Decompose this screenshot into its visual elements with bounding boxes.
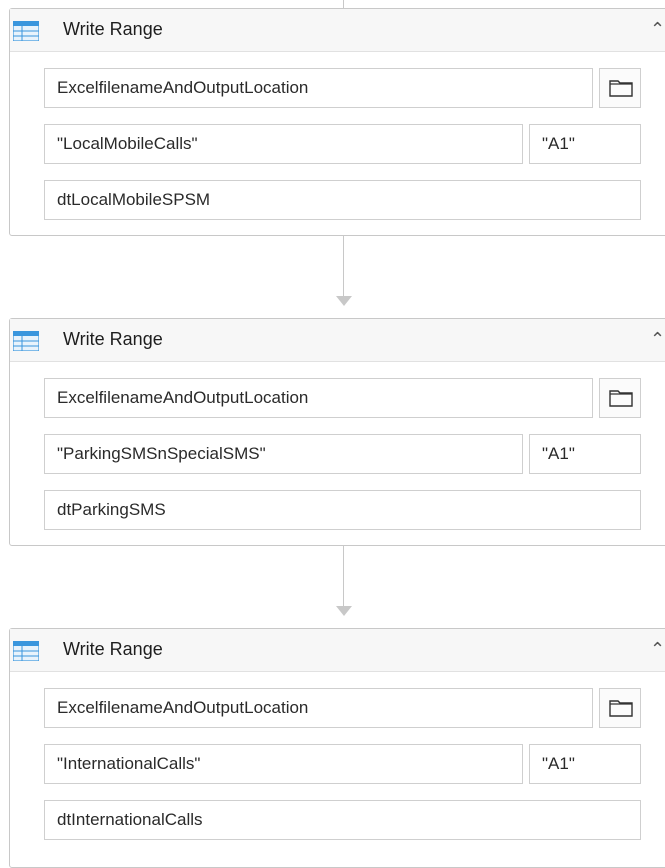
sheet-name-field[interactable]: "ParkingSMSnSpecialSMS" (44, 434, 523, 474)
activity-header[interactable]: Write Range ⌃ (10, 9, 665, 52)
excel-table-icon (13, 331, 39, 351)
range-field[interactable]: "A1" (529, 744, 641, 784)
flow-connector-2 (343, 546, 344, 608)
folder-icon (609, 390, 633, 407)
flow-connector-top (343, 0, 344, 8)
folder-icon (609, 80, 633, 97)
excel-table-icon (13, 21, 39, 41)
sheet-name-field[interactable]: "LocalMobileCalls" (44, 124, 523, 164)
data-table-field[interactable]: dtParkingSMS (44, 490, 641, 530)
workbook-path-field[interactable]: ExcelfilenameAndOutputLocation (44, 68, 593, 108)
range-field[interactable]: "A1" (529, 434, 641, 474)
sheet-name-field[interactable]: "InternationalCalls" (44, 744, 523, 784)
write-range-activity-3[interactable]: Write Range ⌃ ExcelfilenameAndOutputLoca… (9, 628, 665, 868)
workbook-path-field[interactable]: ExcelfilenameAndOutputLocation (44, 378, 593, 418)
browse-folder-button[interactable] (599, 68, 641, 108)
folder-icon (609, 700, 633, 717)
activity-header[interactable]: Write Range ⌃ (10, 629, 665, 672)
activity-title: Write Range (63, 639, 163, 659)
double-chevron-up-icon[interactable]: ⌃ (650, 639, 665, 660)
write-range-activity-2[interactable]: Write Range ⌃ ExcelfilenameAndOutputLoca… (9, 318, 665, 546)
write-range-activity-1[interactable]: Write Range ⌃ ExcelfilenameAndOutputLoca… (9, 8, 665, 236)
browse-folder-button[interactable] (599, 688, 641, 728)
data-table-field[interactable]: dtLocalMobileSPSM (44, 180, 641, 220)
flow-arrow-1 (336, 296, 352, 306)
activity-title: Write Range (63, 329, 163, 349)
data-table-field[interactable]: dtInternationalCalls (44, 800, 641, 840)
double-chevron-up-icon[interactable]: ⌃ (650, 329, 665, 350)
double-chevron-up-icon[interactable]: ⌃ (650, 19, 665, 40)
activity-title: Write Range (63, 19, 163, 39)
flow-arrow-2 (336, 606, 352, 616)
excel-table-icon (13, 641, 39, 661)
range-field[interactable]: "A1" (529, 124, 641, 164)
workbook-path-field[interactable]: ExcelfilenameAndOutputLocation (44, 688, 593, 728)
browse-folder-button[interactable] (599, 378, 641, 418)
activity-header[interactable]: Write Range ⌃ (10, 319, 665, 362)
flow-connector-1 (343, 236, 344, 298)
